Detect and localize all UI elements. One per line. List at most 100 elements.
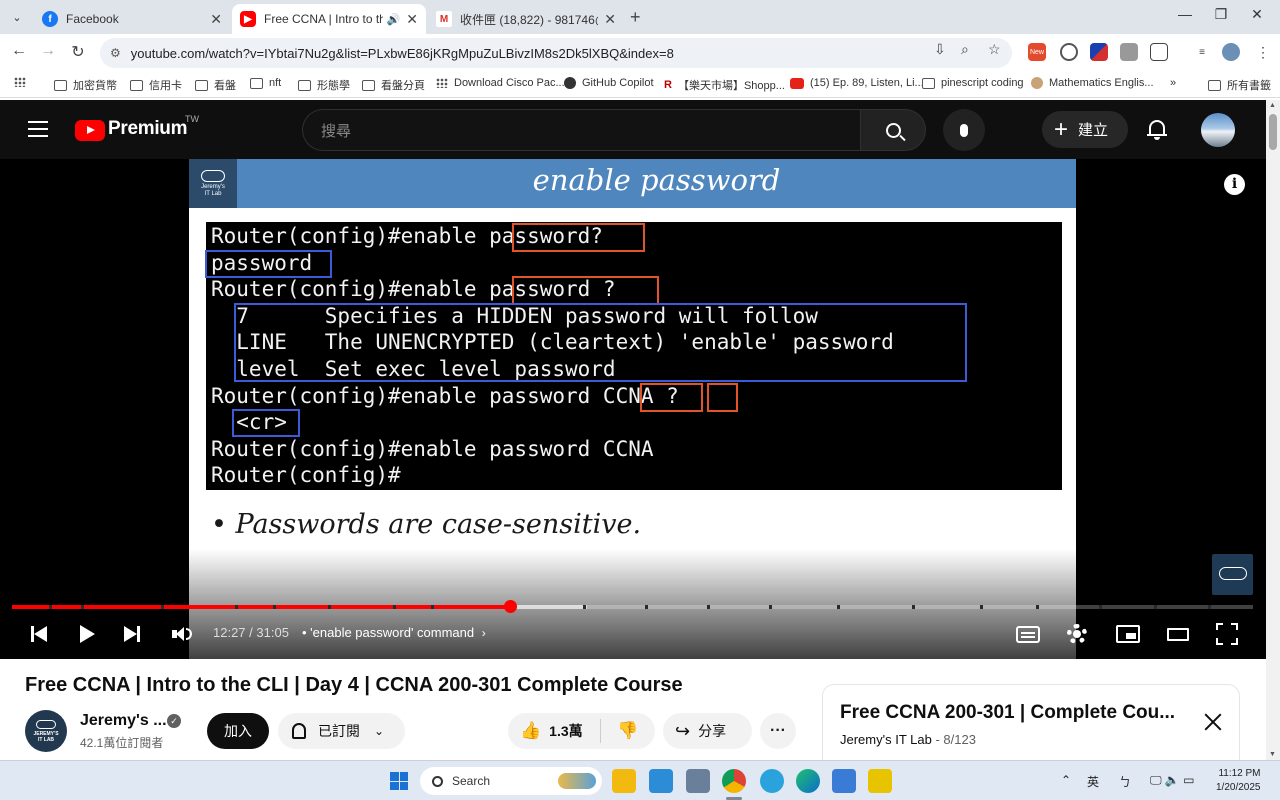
channel-avatar[interactable]: JEREMY'S IT LAB (25, 710, 67, 752)
profile-avatar-icon[interactable] (1222, 43, 1240, 61)
more-actions-button[interactable]: ··· (760, 713, 796, 749)
notepad-icon[interactable] (832, 769, 856, 793)
dislike-button[interactable]: 👎 (601, 713, 655, 749)
reload-icon[interactable]: ↻ (67, 42, 89, 62)
playlist-owner[interactable]: Jeremy's IT Lab (840, 732, 932, 747)
ime-mode-icon[interactable]: ㄅ (1119, 773, 1131, 790)
bookmark-folder[interactable]: 信用卡 (130, 77, 182, 93)
terminal-line: Router(config)#enable password CCNA ? (211, 384, 679, 408)
scrubber-handle[interactable] (503, 600, 517, 613)
extension-icon[interactable] (1090, 43, 1108, 61)
bookmark-label: 看盤 (214, 80, 236, 92)
app-icon[interactable] (868, 769, 892, 793)
ime-indicator[interactable]: 英 (1087, 773, 1099, 790)
bookmark-folder[interactable]: 看盤分頁 (362, 77, 425, 93)
fullscreen-icon[interactable] (1216, 621, 1238, 647)
bookmark-link[interactable]: (15) Ep. 89, Listen, Li... (790, 77, 924, 89)
close-tab-icon[interactable]: ✕ (406, 11, 418, 28)
search-input[interactable]: 搜尋 (302, 109, 860, 151)
subtitles-icon[interactable] (1016, 621, 1040, 647)
file-explorer-icon[interactable] (612, 769, 636, 793)
channel-name[interactable]: Jeremy's ... (80, 712, 167, 730)
previous-icon[interactable] (31, 621, 47, 647)
close-icon[interactable] (1202, 711, 1224, 733)
extension-icon[interactable] (1060, 43, 1078, 61)
tray-chevron-up-icon[interactable]: ⌃ (1061, 773, 1071, 787)
bookmark-folder[interactable]: 加密貨幣 (54, 77, 117, 93)
media-control-icon[interactable]: ≡ (1193, 43, 1211, 61)
next-icon[interactable] (124, 621, 140, 647)
share-button[interactable]: ↪ 分享 (663, 713, 752, 749)
extension-icon[interactable] (1120, 43, 1138, 61)
bookmark-link[interactable]: Mathematics Englis... (1031, 77, 1154, 89)
close-window-button[interactable]: ✕ (1234, 6, 1280, 23)
apps-grid-icon[interactable] (14, 77, 32, 87)
site-info-icon[interactable]: ⚙ (110, 46, 121, 60)
app-icon[interactable] (686, 769, 710, 793)
extension-new-icon[interactable]: New (1028, 43, 1046, 61)
scrollbar-thumb[interactable] (1269, 114, 1277, 150)
progress-bar[interactable] (12, 600, 1253, 613)
create-button[interactable]: + 建立 (1042, 111, 1128, 148)
settings-gear-icon[interactable] (1067, 621, 1087, 647)
bookmark-link[interactable]: Download Cisco Pac... (436, 77, 565, 89)
audio-playing-icon[interactable]: 🔊 (387, 13, 401, 26)
chapter-gap (235, 605, 239, 609)
playlist-title[interactable]: Free CCNA 200-301 | Complete Cou... (840, 702, 1175, 724)
video-player[interactable]: Jeremy's IT Lab enable password Router(c… (0, 159, 1266, 659)
cloud-icon (1218, 567, 1247, 580)
info-icon[interactable]: i (1224, 174, 1245, 195)
forward-arrow-icon[interactable]: → (37, 42, 59, 60)
close-tab-icon[interactable]: ✕ (604, 11, 616, 28)
youtube-logo-icon[interactable] (75, 120, 105, 141)
like-button[interactable]: 👍 1.3萬 (508, 713, 600, 749)
more-bookmarks-icon[interactable]: » (1170, 77, 1176, 89)
channel-watermark[interactable] (1212, 554, 1253, 595)
browser-menu-icon[interactable]: ⋮ (1254, 43, 1272, 61)
voice-search-button[interactable] (943, 109, 985, 151)
all-bookmarks-folder[interactable]: 所有書籤 (1208, 77, 1271, 93)
theater-mode-icon[interactable] (1167, 621, 1189, 647)
address-bar[interactable]: ⚙ youtube.com/watch?v=IYbtai7Nu2g&list=P… (100, 38, 1012, 68)
telegram-icon[interactable] (760, 769, 784, 793)
thumbs-down-icon: 👎 (617, 721, 639, 740)
tab-search-chevron-icon[interactable]: ⌄ (6, 6, 28, 28)
miniplayer-icon[interactable] (1116, 621, 1140, 647)
taskbar-search[interactable]: Search (420, 767, 602, 795)
network-volume-icons[interactable]: 🖵 🔈 ▭ (1150, 773, 1195, 788)
menu-icon[interactable] (28, 121, 48, 137)
page-scrollbar[interactable]: ▲ ▼ (1266, 100, 1280, 760)
scroll-up-icon[interactable]: ▲ (1269, 102, 1276, 109)
edge-icon[interactable] (796, 769, 820, 793)
tab-youtube-active[interactable]: ▶ Free CCNA | Intro to the CLI 🔊 ✕ (232, 4, 426, 34)
search-button[interactable] (860, 109, 926, 151)
youtube-premium-logo[interactable]: Premium (108, 118, 188, 140)
bookmark-star-icon[interactable]: ☆ (988, 41, 1001, 58)
tab-facebook[interactable]: f Facebook ✕ (34, 4, 230, 34)
bookmark-folder[interactable]: 形態學 (298, 77, 350, 93)
volume-icon[interactable] (172, 621, 192, 647)
tab-gmail[interactable]: M 收件匣 (18,822) - 981746@gma ✕ (428, 4, 624, 34)
back-arrow-icon[interactable]: ← (8, 42, 30, 60)
close-tab-icon[interactable]: ✕ (210, 11, 222, 28)
bookmark-folder[interactable]: pinescript coding (922, 77, 1024, 89)
scroll-down-icon[interactable]: ▼ (1269, 751, 1276, 758)
windows-start-icon[interactable] (390, 772, 408, 790)
subscribed-button[interactable]: 已訂閱 ⌄ (278, 713, 405, 749)
bookmark-link[interactable]: R 【樂天市場】Shopp... (664, 77, 785, 93)
zoom-icon[interactable]: ⌕ (961, 41, 969, 58)
system-clock[interactable]: 11:12 PM 1/20/2025 (1216, 767, 1261, 795)
new-tab-button[interactable]: + (630, 7, 641, 28)
bookmark-link[interactable]: GitHub Copilot (564, 77, 654, 89)
notifications-bell-icon[interactable] (1147, 119, 1167, 141)
bookmark-folder[interactable]: nft (250, 77, 281, 89)
app-icon[interactable] (649, 769, 673, 793)
install-app-icon[interactable]: ⇩ (934, 41, 946, 58)
chrome-icon[interactable] (722, 769, 746, 793)
account-avatar[interactable] (1201, 113, 1235, 147)
join-button[interactable]: 加入 (207, 713, 269, 749)
extensions-puzzle-icon[interactable] (1150, 43, 1168, 61)
chapter-title[interactable]: • 'enable password' command › (302, 625, 486, 640)
play-icon[interactable] (80, 621, 95, 647)
bookmark-folder[interactable]: 看盤 (195, 77, 236, 93)
